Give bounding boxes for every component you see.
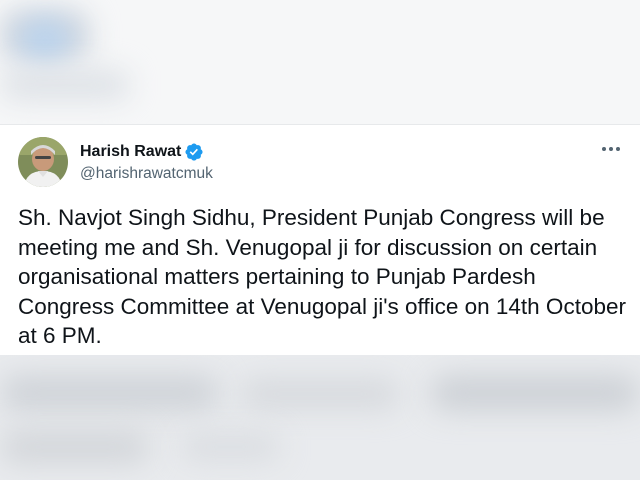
blurred-background-top [0, 0, 640, 124]
blurred-background-bottom [0, 355, 640, 480]
tweet-card: Harish Rawat @harishrawatcmuk Sh. Navjot… [0, 124, 640, 355]
more-options-icon [602, 147, 620, 151]
author-name-row: Harish Rawat [80, 142, 204, 162]
avatar[interactable] [18, 137, 68, 187]
tweet-text: Sh. Navjot Singh Sidhu, President Punjab… [18, 205, 626, 348]
author-display-name[interactable]: Harish Rawat [80, 143, 181, 161]
author-handle[interactable]: @harishrawatcmuk [80, 165, 213, 183]
more-options-button[interactable] [598, 142, 624, 156]
verified-badge-icon [185, 143, 203, 161]
